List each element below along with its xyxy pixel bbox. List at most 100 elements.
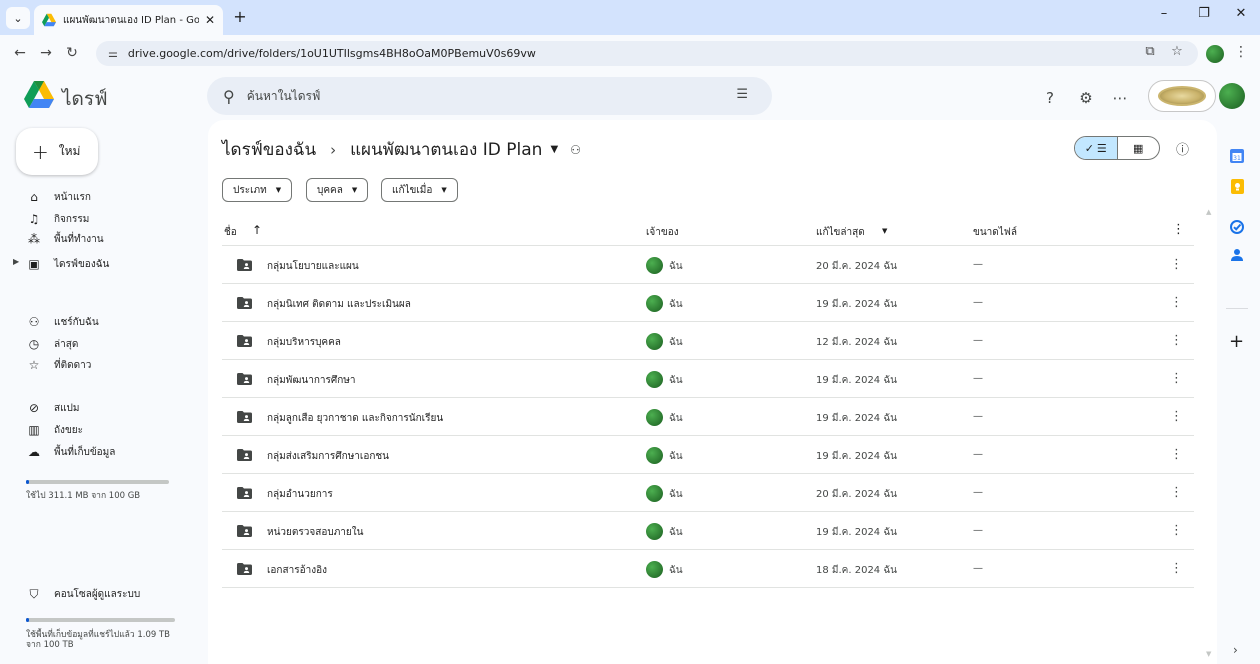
row-more-actions-icon[interactable]: ⋮: [1170, 485, 1183, 500]
row-more-actions-icon[interactable]: ⋮: [1170, 295, 1183, 310]
bookmark-star-icon[interactable]: ☆: [1167, 44, 1187, 59]
install-app-icon[interactable]: ⧉: [1140, 44, 1160, 59]
file-name: หน่วยตรวจสอบภายใน: [267, 527, 364, 538]
storage-usage-fill: [26, 480, 29, 484]
sort-arrow-up-icon[interactable]: ↑: [252, 223, 262, 237]
row-more-actions-icon[interactable]: ⋮: [1170, 561, 1183, 576]
column-header-modified[interactable]: แก้ไขล่าสุด: [816, 225, 865, 240]
sidebar-item-home[interactable]: ⌂ หน้าแรก: [26, 187, 91, 207]
back-icon[interactable]: ←: [10, 43, 30, 63]
column-header-name[interactable]: ชื่อ: [224, 225, 237, 240]
browser-tab-strip: ⌄ แผนพัฒนาตนเอง ID Plan - Google ✕ + – ❐…: [0, 0, 1260, 35]
info-icon[interactable]: ⓘ: [1176, 139, 1189, 158]
table-row[interactable]: กลุ่มนโยบายและแผน ฉัน 20 มี.ค. 2024 ฉัน …: [222, 247, 1194, 284]
row-more-actions-icon[interactable]: ⋮: [1170, 523, 1183, 538]
clock-icon: ◷: [28, 337, 40, 351]
list-view-button[interactable]: ✓ ☰: [1075, 137, 1118, 159]
scroll-down-arrow-icon[interactable]: ▼: [1206, 650, 1211, 658]
breadcrumb-current-folder[interactable]: แผนพัฒนาตนเอง ID Plan: [350, 136, 542, 163]
forward-icon[interactable]: →: [36, 43, 56, 63]
contacts-icon[interactable]: [1228, 246, 1246, 264]
sidebar-item-admin-console[interactable]: ⛉ คอนโซลผู้ดูแลระบบ: [26, 584, 140, 604]
modified-date: 20 มี.ค. 2024 ฉัน: [816, 489, 897, 500]
sort-dropdown-icon[interactable]: ▼: [882, 227, 887, 235]
header-more-icon[interactable]: ⋮: [1172, 222, 1185, 237]
apps-grid-icon[interactable]: ⋯: [1110, 88, 1130, 108]
table-row[interactable]: หน่วยตรวจสอบภายใน ฉัน 19 มี.ค. 2024 ฉัน …: [222, 513, 1194, 550]
filter-chip-people[interactable]: บุคคล ▼: [306, 178, 369, 202]
filter-chip-modified[interactable]: แก้ไขเมื่อ ▼: [381, 178, 458, 202]
sidebar-item-my-drive[interactable]: ▣ ไดรฟ์ของฉัน: [26, 254, 109, 274]
sidebar-item-workspace[interactable]: ⁂ พื้นที่ทำงาน: [26, 229, 104, 249]
sidebar-item-spam[interactable]: ⊘ สแปม: [26, 398, 80, 418]
shared-folder-icon: [237, 297, 252, 309]
keep-notes-icon[interactable]: [1228, 177, 1246, 195]
new-tab-button[interactable]: +: [230, 7, 250, 27]
file-size: —: [973, 487, 983, 498]
drive-favicon-icon: [42, 13, 56, 27]
tab-close-icon[interactable]: ✕: [205, 13, 215, 27]
drive-logo-icon[interactable]: [24, 81, 54, 108]
help-icon[interactable]: ?: [1040, 88, 1060, 108]
tab-search-button[interactable]: ⌄: [6, 7, 30, 29]
modified-date: 19 มี.ค. 2024 ฉัน: [816, 451, 897, 462]
tasks-icon[interactable]: [1228, 218, 1246, 236]
get-addons-plus-icon[interactable]: +: [1229, 331, 1244, 352]
folder-menu-dropdown-icon[interactable]: ▼: [550, 144, 558, 155]
table-row[interactable]: เอกสารอ้างอิง ฉัน 18 มี.ค. 2024 ฉัน — ⋮: [222, 551, 1194, 588]
sidebar-item-storage[interactable]: ☁ พื้นที่เก็บข้อมูล: [26, 442, 115, 462]
organization-logo[interactable]: [1148, 80, 1216, 112]
sidebar-item-shared-with-me[interactable]: ⚇ แชร์กับฉัน: [26, 312, 99, 332]
row-more-actions-icon[interactable]: ⋮: [1170, 409, 1183, 424]
row-more-actions-icon[interactable]: ⋮: [1170, 447, 1183, 462]
modified-date: 19 มี.ค. 2024 ฉัน: [816, 375, 897, 386]
column-header-owner[interactable]: เจ้าของ: [646, 225, 679, 240]
file-size: —: [973, 259, 983, 270]
breadcrumb-my-drive[interactable]: ไดรฟ์ของฉัน: [222, 136, 316, 163]
table-row[interactable]: กลุ่มส่งเสริมการศึกษาเอกชน ฉัน 19 มี.ค. …: [222, 437, 1194, 474]
minimize-icon[interactable]: –: [1149, 6, 1179, 21]
table-row[interactable]: กลุ่มบริหารบุคคล ฉัน 12 มี.ค. 2024 ฉัน —…: [222, 323, 1194, 360]
reload-icon[interactable]: ↻: [62, 43, 82, 63]
row-more-actions-icon[interactable]: ⋮: [1170, 333, 1183, 348]
scroll-up-arrow-icon[interactable]: ▲: [1206, 208, 1211, 216]
search-icon[interactable]: ⚲: [223, 87, 235, 106]
row-more-actions-icon[interactable]: ⋮: [1170, 371, 1183, 386]
restore-icon[interactable]: ❐: [1189, 6, 1219, 21]
site-info-icon[interactable]: ⚌: [108, 47, 118, 60]
browser-profile-avatar[interactable]: [1206, 45, 1224, 63]
new-button[interactable]: + ใหม่: [16, 128, 98, 175]
sidebar-item-recent[interactable]: ◷ ล่าสุด: [26, 334, 79, 354]
hide-side-panel-chevron-icon[interactable]: ›: [1233, 643, 1238, 657]
browser-tab-active[interactable]: แผนพัฒนาตนเอง ID Plan - Google ✕: [34, 5, 223, 35]
expand-caret-icon[interactable]: ▶: [13, 257, 19, 266]
sidebar-item-label: หน้าแรก: [54, 191, 91, 203]
sidebar-item-activity[interactable]: ♫ กิจกรรม: [26, 209, 90, 229]
filter-chip-type[interactable]: ประเภท ▼: [222, 178, 293, 202]
grid-view-button[interactable]: ▦: [1118, 137, 1160, 159]
calendar-icon[interactable]: 31: [1228, 147, 1246, 165]
column-header-size[interactable]: ขนาดไฟล์: [973, 225, 1017, 240]
account-avatar[interactable]: [1219, 83, 1245, 109]
search-bar[interactable]: ⚲ ☰: [207, 77, 772, 115]
sidebar-item-trash[interactable]: ▥ ถังขยะ: [26, 420, 83, 440]
my-drive-icon: ▣: [28, 257, 40, 271]
search-options-icon[interactable]: ☰: [736, 87, 748, 102]
shared-storage-bar: [26, 618, 175, 622]
row-more-actions-icon[interactable]: ⋮: [1170, 257, 1183, 272]
table-row[interactable]: กลุ่มอำนวยการ ฉัน 20 มี.ค. 2024 ฉัน — ⋮: [222, 475, 1194, 512]
table-row[interactable]: กลุ่มลูกเสือ ยุวกาชาด และกิจการนักเรียน …: [222, 399, 1194, 436]
close-window-icon[interactable]: ✕: [1226, 6, 1256, 21]
settings-gear-icon[interactable]: ⚙: [1076, 88, 1096, 108]
drive-brand-title[interactable]: ไดรฟ์: [62, 84, 108, 114]
search-input[interactable]: [246, 89, 717, 103]
owner-name: ฉัน: [669, 489, 683, 500]
table-row[interactable]: กลุ่มนิเทศ ติดตาม และประเมินผล ฉัน 19 มี…: [222, 285, 1194, 322]
address-bar[interactable]: ⚌ drive.google.com/drive/folders/1oU1UTI…: [96, 41, 1198, 66]
browser-menu-icon[interactable]: ⋮: [1234, 44, 1248, 60]
table-row[interactable]: กลุ่มพัฒนาการศึกษา ฉัน 19 มี.ค. 2024 ฉัน…: [222, 361, 1194, 398]
sidebar-item-starred[interactable]: ☆ ที่ติดดาว: [26, 355, 92, 375]
shared-storage-fill: [26, 618, 29, 622]
owner-name: ฉัน: [669, 299, 683, 310]
file-size: —: [973, 449, 983, 460]
